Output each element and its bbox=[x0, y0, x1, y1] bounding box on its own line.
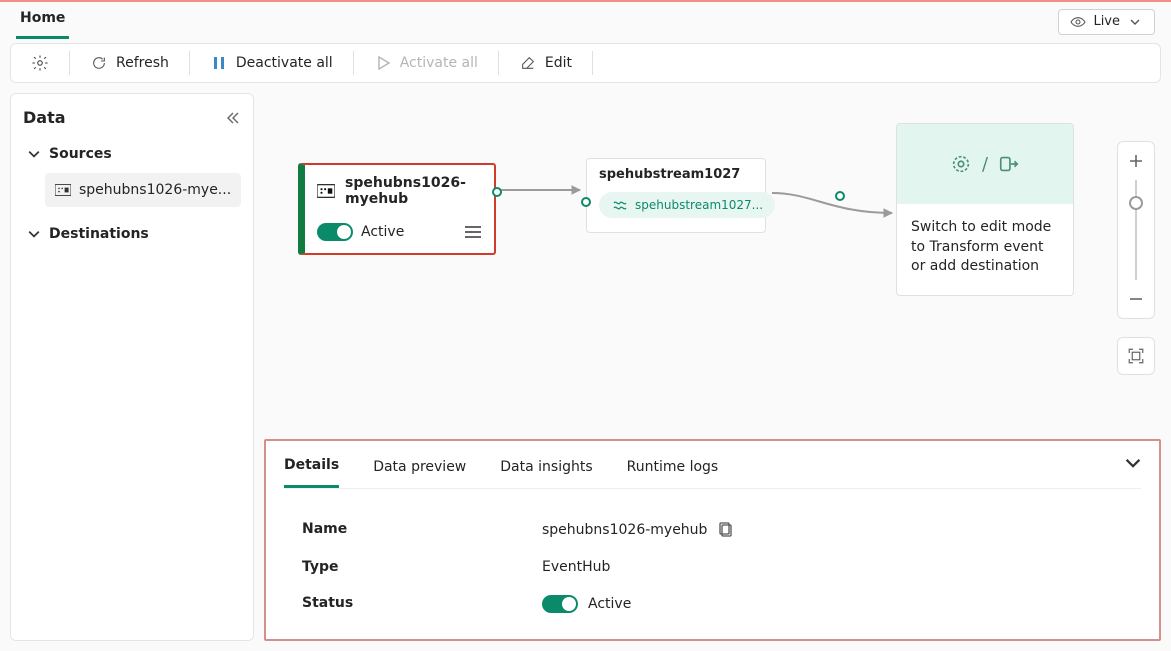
gear-icon bbox=[31, 54, 49, 72]
destinations-label: Destinations bbox=[49, 226, 149, 242]
transform-icon bbox=[950, 153, 972, 175]
tab-data-insights[interactable]: Data insights bbox=[500, 453, 592, 487]
detail-status-label: Status bbox=[302, 595, 542, 613]
deactivate-all-label: Deactivate all bbox=[236, 55, 333, 71]
divider bbox=[69, 51, 70, 75]
deactivate-all-button[interactable]: Deactivate all bbox=[200, 50, 343, 76]
stream-pill[interactable]: spehubstream1027... bbox=[599, 192, 775, 218]
output-port[interactable] bbox=[835, 191, 845, 201]
detail-name-label: Name bbox=[302, 521, 542, 539]
chevron-down-icon bbox=[25, 225, 43, 243]
pause-icon bbox=[210, 54, 228, 72]
workspace: Data Sources spehubns1026-mye... bbox=[0, 93, 1171, 651]
eventhub-icon bbox=[55, 181, 71, 199]
node-menu-icon[interactable] bbox=[464, 223, 482, 241]
collapse-icon[interactable] bbox=[223, 109, 241, 127]
divider bbox=[353, 51, 354, 75]
sidebar-title: Data bbox=[23, 108, 66, 127]
source-node-status: Active bbox=[361, 224, 404, 240]
eventhub-icon bbox=[317, 182, 335, 200]
stream-node[interactable]: spehubstream1027 spehubstream1027... bbox=[586, 158, 766, 233]
active-toggle[interactable] bbox=[317, 223, 353, 241]
eye-icon bbox=[1069, 13, 1087, 31]
placard-text: Switch to edit mode to Transform event o… bbox=[897, 204, 1073, 295]
collapse-panel-button[interactable] bbox=[1125, 455, 1141, 485]
tab-runtime-logs[interactable]: Runtime logs bbox=[627, 453, 719, 487]
detail-status-value: Active bbox=[588, 596, 631, 612]
edit-button[interactable]: Edit bbox=[509, 50, 582, 76]
copy-icon[interactable] bbox=[717, 521, 735, 539]
output-port[interactable] bbox=[492, 187, 502, 197]
destinations-header[interactable]: Destinations bbox=[23, 221, 241, 247]
tab-home[interactable]: Home bbox=[16, 4, 69, 39]
canvas-zone: spehubns1026-myehub Active spehubstream1… bbox=[264, 93, 1161, 641]
detail-type-label: Type bbox=[302, 559, 542, 575]
chevron-down-icon bbox=[1126, 13, 1144, 31]
divider bbox=[189, 51, 190, 75]
fit-to-screen-button[interactable] bbox=[1117, 337, 1155, 375]
source-node-title: spehubns1026-myehub bbox=[345, 175, 482, 207]
activate-all-label: Activate all bbox=[400, 55, 478, 71]
input-port[interactable] bbox=[581, 197, 591, 207]
zoom-thumb[interactable] bbox=[1129, 196, 1143, 210]
sidebar: Data Sources spehubns1026-mye... bbox=[10, 93, 254, 641]
canvas[interactable]: spehubns1026-myehub Active spehubstream1… bbox=[264, 93, 1161, 433]
activate-all-button: Activate all bbox=[364, 50, 488, 76]
stream-node-title: spehubstream1027 bbox=[599, 167, 753, 182]
zoom-in-button[interactable] bbox=[1123, 148, 1149, 174]
slash: / bbox=[982, 154, 988, 175]
status-toggle[interactable] bbox=[542, 595, 578, 613]
details-panel: Details Data preview Data insights Runti… bbox=[264, 439, 1161, 641]
zoom-control bbox=[1117, 141, 1155, 319]
tab-details[interactable]: Details bbox=[284, 451, 339, 488]
refresh-button[interactable]: Refresh bbox=[80, 50, 179, 76]
source-node[interactable]: spehubns1026-myehub Active bbox=[298, 163, 496, 255]
connector bbox=[494, 185, 590, 195]
edit-icon bbox=[519, 54, 537, 72]
settings-button[interactable] bbox=[21, 50, 59, 76]
live-mode-dropdown[interactable]: Live bbox=[1058, 9, 1155, 35]
destination-placeholder[interactable]: / Switch to edit mode to Transform event… bbox=[896, 123, 1074, 296]
top-tabbar: Home Live bbox=[0, 0, 1171, 39]
refresh-label: Refresh bbox=[116, 55, 169, 71]
tab-data-preview[interactable]: Data preview bbox=[373, 453, 466, 487]
divider bbox=[498, 51, 499, 75]
detail-type-value: EventHub bbox=[542, 559, 610, 575]
zoom-slider[interactable] bbox=[1135, 180, 1137, 280]
play-icon bbox=[374, 54, 392, 72]
edit-label: Edit bbox=[545, 55, 572, 71]
refresh-icon bbox=[90, 54, 108, 72]
divider bbox=[592, 51, 593, 75]
detail-name-value: spehubns1026-myehub bbox=[542, 522, 707, 538]
stream-icon bbox=[611, 196, 629, 214]
command-bar: Refresh Deactivate all Activate all Edit bbox=[10, 43, 1161, 83]
sources-header[interactable]: Sources bbox=[23, 141, 241, 167]
sources-label: Sources bbox=[49, 146, 112, 162]
stream-pill-label: spehubstream1027... bbox=[635, 198, 763, 212]
chevron-down-icon bbox=[25, 145, 43, 163]
forward-icon bbox=[998, 153, 1020, 175]
live-label: Live bbox=[1093, 14, 1120, 29]
zoom-out-button[interactable] bbox=[1123, 286, 1149, 312]
sidebar-item-source[interactable]: spehubns1026-mye... bbox=[45, 173, 241, 207]
sidebar-item-label: spehubns1026-mye... bbox=[79, 182, 231, 198]
